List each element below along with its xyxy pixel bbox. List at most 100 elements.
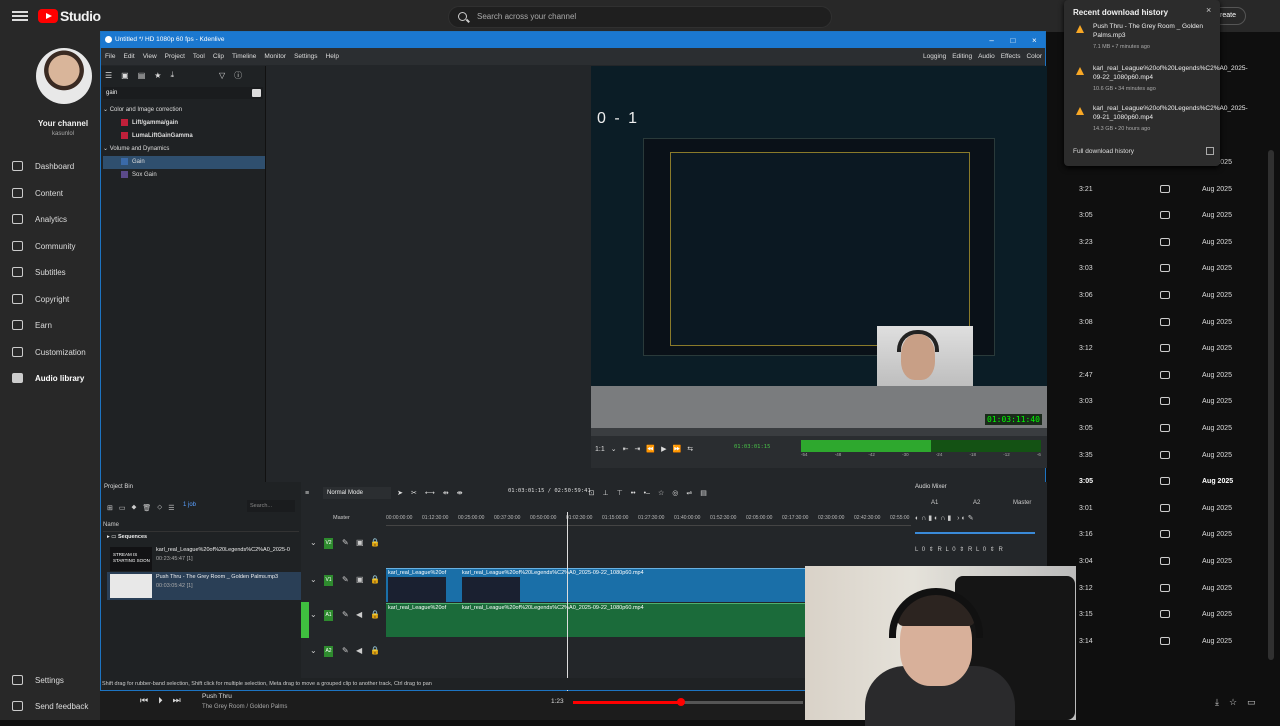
speaker-icon[interactable]: ◀ (356, 646, 362, 655)
hamburger-menu-icon[interactable] (12, 9, 28, 23)
list-item[interactable]: 3:01 Aug 2025 (1046, 496, 1280, 523)
list-item[interactable]: 3:21 Aug 2025 (1046, 177, 1280, 204)
record-icon[interactable]: ◎ (672, 489, 678, 497)
close-icon[interactable]: × (1206, 5, 1211, 15)
layout-editing[interactable]: Editing (952, 53, 972, 60)
list-icon[interactable]: ☰ (168, 504, 174, 512)
maximize-icon[interactable]: □ (1010, 36, 1015, 45)
list-item[interactable]: 3:14 Aug 2025 (1046, 629, 1280, 656)
delete-icon[interactable]: 🗑 (142, 504, 151, 512)
menu-monitor[interactable]: Monitor (264, 53, 286, 60)
layout-color[interactable]: Color (1026, 53, 1042, 60)
youtube-icon[interactable] (1160, 344, 1170, 353)
bin-item-video[interactable]: STREAM IS STARTING SOON karl_real_League… (107, 545, 301, 573)
menu-file[interactable]: File (105, 53, 115, 60)
timeline-settings-icon[interactable]: ≡ (305, 490, 309, 497)
loop-icon[interactable]: ⇆ (687, 445, 693, 453)
layout-logging[interactable]: Logging (923, 53, 946, 60)
extract-icon[interactable]: •– (644, 490, 650, 497)
youtube-icon[interactable] (1160, 211, 1170, 220)
track-header-a2[interactable]: ⌄ A2 ✎ ◀ 🔒 (306, 638, 386, 670)
bookmark-icon[interactable]: ▤ (138, 71, 146, 80)
menu-tool[interactable]: Tool (193, 53, 205, 60)
list-item[interactable]: 3:08 Aug 2025 (1046, 310, 1280, 337)
play-icon[interactable]: ▶ (661, 445, 666, 453)
youtube-icon[interactable] (1160, 423, 1170, 432)
youtube-icon[interactable] (1160, 583, 1170, 592)
tag-icon[interactable]: ⬥ (132, 504, 137, 512)
youtube-icon[interactable] (1160, 503, 1170, 512)
lock-icon[interactable]: 🔒 (370, 575, 380, 584)
sidebar-item-copyright[interactable]: Copyright (12, 290, 100, 308)
add-clip-icon[interactable]: ⊞ (107, 504, 113, 512)
download-item[interactable]: karl_real_League%20of%20Legends%C2%A0_20… (1072, 104, 1248, 144)
monitor-ruler[interactable] (591, 428, 1047, 436)
list-item[interactable]: 3:03 Aug 2025 (1046, 256, 1280, 283)
clear-search-icon[interactable] (252, 89, 261, 97)
out-point-icon[interactable]: ⇥ (634, 445, 640, 453)
list-item[interactable]: 3:06 Aug 2025 (1046, 283, 1280, 310)
list-item[interactable]: 3:16 Aug 2025 (1046, 522, 1280, 549)
menu-settings[interactable]: Settings (294, 53, 318, 60)
timeline-audio-clip[interactable]: karl_real_League%20of karl_real_League%2… (386, 603, 806, 637)
menu-project[interactable]: Project (165, 53, 185, 60)
rewind-icon[interactable]: ⏪ (646, 445, 655, 453)
youtube-icon[interactable] (1160, 610, 1170, 619)
effects-icon[interactable]: ✎ (342, 646, 349, 655)
menu-edit[interactable]: Edit (123, 53, 134, 60)
sidebar-item-content[interactable]: Content (12, 184, 100, 202)
lock-icon[interactable]: 🔒 (370, 646, 380, 655)
timeline-ruler[interactable]: 00:00:00:00 01:12:30:00 00:25:00:00 00:37:3… (386, 512, 911, 526)
youtube-icon[interactable] (1160, 184, 1170, 193)
lift-icon[interactable]: •• (631, 490, 636, 497)
list-item[interactable]: 3:03 Aug 2025 (1046, 389, 1280, 416)
lock-icon[interactable]: 🔒 (370, 610, 380, 619)
list-item[interactable]: 2:47 Aug 2025 (1046, 363, 1280, 390)
favorite-icon[interactable]: ★ (154, 71, 161, 80)
list-item[interactable]: 3:05 Aug 2025 (1046, 203, 1280, 230)
list-item[interactable]: 3:05 Aug 2025 (1046, 416, 1280, 443)
effect-category[interactable]: ⌄ Volume and Dynamics (103, 143, 265, 156)
mixer-toggle-icon[interactable]: ⇌ (686, 489, 692, 497)
slip-icon[interactable]: ⇼ (457, 489, 463, 497)
star-icon[interactable]: ☆ (1229, 697, 1237, 708)
effects-icon[interactable]: ✎ (342, 538, 349, 547)
youtube-icon[interactable] (1160, 556, 1170, 565)
video-icon[interactable]: ▣ (356, 575, 364, 584)
list-item[interactable]: 3:12 Aug 2025 (1046, 576, 1280, 603)
spacer-icon[interactable]: ⟷ (425, 489, 435, 497)
sidebar-item-community[interactable]: Community (12, 237, 100, 255)
sidebar-item-audio-library[interactable]: Audio library (12, 369, 100, 387)
layout-audio[interactable]: Audio (978, 53, 995, 60)
sidebar-item-settings[interactable]: Settings (12, 671, 100, 689)
youtube-icon[interactable] (1160, 530, 1170, 539)
track-header-a1[interactable]: ⌄ A1 ✎ ◀ 🔒 (306, 602, 386, 634)
sidebar-item-dashboard[interactable]: Dashboard (12, 157, 100, 175)
bin-folder[interactable]: ▸ ▭ Sequences (107, 534, 301, 540)
youtube-icon[interactable] (1160, 290, 1170, 299)
bin-column-header[interactable]: Name (103, 522, 299, 532)
bin-job-badge[interactable]: 1 job (183, 502, 196, 508)
next-icon[interactable]: ⏭ (173, 695, 181, 706)
in-point-icon[interactable]: ⇤ (623, 445, 629, 453)
menu-clip[interactable]: Clip (213, 53, 224, 60)
effect-item[interactable]: LumaLiftGainGamma (103, 130, 265, 143)
studio-search-input[interactable]: Search across your channel (448, 6, 832, 28)
menu-view[interactable]: View (143, 53, 157, 60)
youtube-icon[interactable] (1160, 370, 1170, 379)
youtube-icon[interactable] (1160, 477, 1170, 486)
save-icon[interactable]: ▣ (121, 71, 129, 80)
filter-icon[interactable]: ▽ (219, 71, 225, 80)
effects-icon[interactable]: ✎ (342, 575, 349, 584)
tag-icon-2[interactable]: ⬦ (157, 504, 162, 512)
effect-item[interactable]: Gain (103, 156, 265, 169)
download-item[interactable]: karl_real_League%20of%20Legends%C2%A0_20… (1072, 64, 1248, 104)
list-item[interactable]: 3:12 Aug 2025 (1046, 336, 1280, 363)
mixer-buttons[interactable]: ◐∩▮◐∩▮ ›◐✎ (915, 514, 976, 522)
sidebar-item-earn[interactable]: Earn (12, 316, 100, 334)
list-item[interactable]: 3:15 Aug 2025 (1046, 602, 1280, 629)
track-header-v2[interactable]: ⌄ V2 ✎ ▣ 🔒 (306, 530, 386, 562)
external-link-icon[interactable] (1206, 147, 1214, 155)
split-view-icon[interactable]: ▤ (700, 489, 707, 497)
youtube-icon[interactable] (1160, 264, 1170, 273)
